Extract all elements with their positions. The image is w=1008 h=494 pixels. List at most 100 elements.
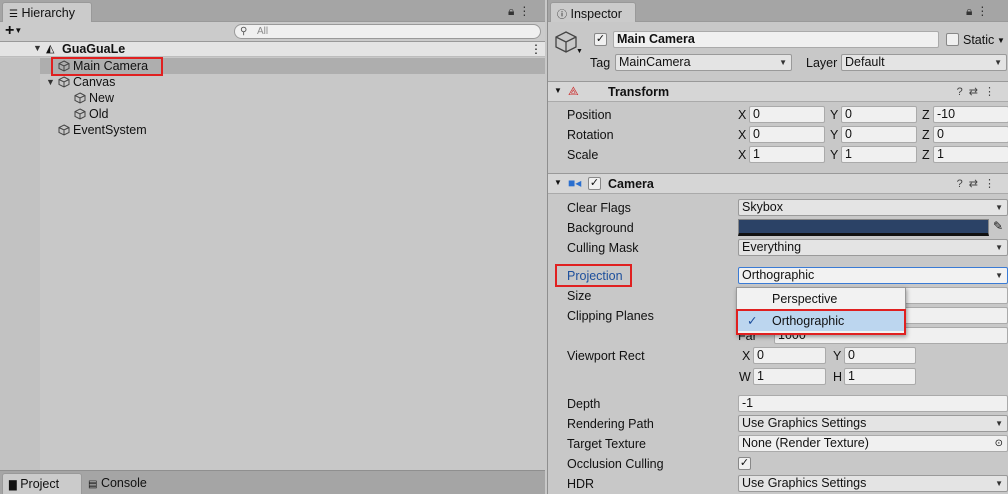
lock-icon[interactable]: 🔒︎ [508,4,518,18]
presets-icon[interactable]: ⇄ [969,178,984,190]
rotation-y-input[interactable]: 0 [841,126,917,143]
component-tools[interactable]: ?⇄⋮ [957,85,1001,98]
tree-item-canvas[interactable]: ▼ Canvas [40,74,545,90]
projection-dropdown[interactable]: Orthographic ▼ [738,267,1008,284]
clipping-planes-label: Clipping Planes [567,309,654,323]
camera-enabled-checkbox[interactable]: ✓ [588,177,601,190]
hierarchy-gutter [0,58,40,470]
rotation-x-input[interactable]: 0 [749,126,825,143]
tree-item-label: EventSystem [73,123,147,137]
position-x-input[interactable]: 0 [749,106,825,123]
background-color-field[interactable] [738,219,989,236]
rotation-z-input[interactable]: 0 [933,126,1008,143]
chevron-down-icon[interactable]: ▼ [997,36,1005,45]
panel-options[interactable]: 🔒︎⋮ [966,4,992,19]
add-button[interactable]: +▼ [5,22,22,40]
eyedropper-icon[interactable]: ✎ [993,219,1003,233]
viewport-x-input[interactable]: 0 [753,347,826,364]
axis-z-label: Z [922,148,930,162]
viewport-w-label: W [739,370,751,384]
tree-item-label: New [89,91,115,105]
chevron-down-icon[interactable]: ▼ [576,48,583,55]
highlight-box-projection [555,264,632,287]
foldout-arrow-icon[interactable]: ▼ [554,178,562,187]
scale-x-input[interactable]: 1 [749,146,825,163]
tab-hierarchy-label: Hierarchy [21,6,75,20]
tree-item-eventsystem[interactable]: EventSystem [40,122,545,138]
layer-dropdown[interactable]: Default ▼ [841,54,1007,71]
axis-x-label: X [738,128,747,142]
tag-label: Tag [590,56,611,70]
axis-x-label: X [738,108,747,122]
console-icon: ▤ [88,479,98,490]
tab-project[interactable]: ▇ Project [2,473,82,494]
active-checkbox[interactable]: ✓ [594,33,607,46]
clear-flags-dropdown[interactable]: Skybox ▼ [738,199,1008,216]
tab-inspector[interactable]: ⓘ Inspector [550,2,636,22]
expand-arrow-icon[interactable]: ▼ [46,74,56,90]
hdr-dropdown[interactable]: Use Graphics Settings ▼ [738,475,1008,492]
depth-input[interactable]: -1 [738,395,1008,412]
scale-z-input[interactable]: 1 [933,146,1008,163]
camera-title: Camera [608,177,654,191]
search-input[interactable]: ⚲ All [234,24,541,39]
tab-console-label: Console [100,476,147,490]
hierarchy-tabbar: ☰ Hierarchy 🔒︎⋮ [0,0,545,22]
search-icon: ⚲ [240,26,248,37]
object-picker-icon[interactable]: ⊙ [995,436,1003,451]
rotation-label: Rotation [567,128,614,142]
tree-item-old[interactable]: Old [40,106,545,122]
viewport-y-input[interactable]: 0 [844,347,916,364]
occlusion-culling-checkbox[interactable]: ✓ [738,457,751,470]
unity-scene-icon: ◭ [46,43,55,55]
camera-header[interactable]: ▼ ■◂ ✓ Camera ?⇄⋮ [548,173,1008,194]
rendering-path-value: Use Graphics Settings [742,416,867,430]
video-camera-icon: ■◂ [568,176,582,190]
expand-arrow-icon[interactable]: ▼ [33,43,43,53]
tab-inspector-label: Inspector [570,7,622,21]
hierarchy-panel: ☰ Hierarchy 🔒︎⋮ +▼ ⚲ All ▼ ◭ GuaGuaLe ⋮ … [0,0,545,470]
tag-dropdown[interactable]: MainCamera ▼ [615,54,792,71]
lock-icon[interactable]: 🔒︎ [966,4,976,18]
tree-item-new[interactable]: New [40,90,545,106]
more-icon[interactable]: ⋮ [984,86,1001,98]
position-y-input[interactable]: 0 [841,106,917,123]
target-texture-field[interactable]: None (Render Texture) ⊙ [738,435,1008,452]
presets-icon[interactable]: ⇄ [969,86,984,98]
more-icon[interactable]: ⋮ [530,42,542,56]
menu-item-perspective[interactable]: Perspective [737,289,905,309]
scale-y-input[interactable]: 1 [841,146,917,163]
component-tools[interactable]: ?⇄⋮ [957,177,1001,190]
background-label: Background [567,221,634,235]
scale-label: Scale [567,148,599,162]
chevron-down-icon: ▼ [994,58,1002,67]
help-icon[interactable]: ? [957,178,969,190]
viewport-w-input[interactable]: 1 [753,368,826,385]
highlight-box-orthographic [736,309,906,335]
tab-console[interactable]: ▤ Console [88,476,147,490]
rendering-path-dropdown[interactable]: Use Graphics Settings ▼ [738,415,1008,432]
static-checkbox[interactable] [946,33,959,46]
viewport-h-label: H [833,370,843,384]
transform-title: Transform [608,85,670,99]
chevron-down-icon: ▼ [779,58,787,67]
tag-value: MainCamera [619,55,691,69]
plus-icon: + [5,22,15,39]
panel-options[interactable]: 🔒︎⋮ [508,4,534,19]
help-icon[interactable]: ? [957,86,969,98]
gameobject-cube-icon [58,124,70,136]
rendering-path-label: Rendering Path [567,417,654,431]
scene-row[interactable]: ▼ ◭ GuaGuaLe ⋮ [0,42,545,57]
position-z-input[interactable]: -10 [933,106,1008,123]
foldout-arrow-icon[interactable]: ▼ [554,86,562,95]
viewport-h-input[interactable]: 1 [844,368,916,385]
transform-header[interactable]: ▼ ⟁ Transform ?⇄⋮ [548,81,1008,102]
more-icon[interactable]: ⋮ [984,178,1001,190]
more-icon[interactable]: ⋮ [976,4,992,18]
chevron-down-icon: ▼ [995,479,1003,488]
more-icon[interactable]: ⋮ [518,4,534,18]
tab-hierarchy[interactable]: ☰ Hierarchy [2,2,92,22]
culling-mask-dropdown[interactable]: Everything ▼ [738,239,1008,256]
chevron-down-icon: ▼ [995,419,1003,428]
object-name-input[interactable]: Main Camera [613,31,939,48]
